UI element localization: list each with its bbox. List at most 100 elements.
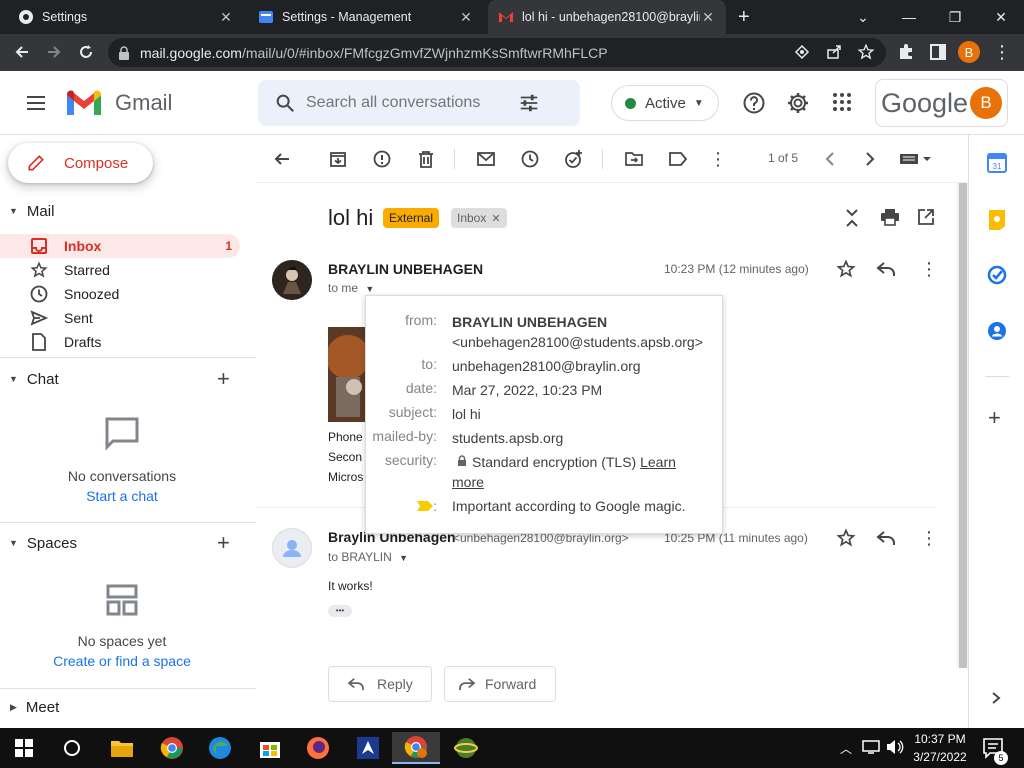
attachment-thumbnail[interactable] [328, 327, 366, 422]
search-icon[interactable] [274, 92, 296, 114]
windows-start-icon[interactable] [0, 732, 48, 764]
tab-close-icon[interactable]: ✕ [700, 9, 716, 26]
new-space-plus-icon[interactable]: + [217, 531, 230, 555]
learn-more-link[interactable]: Learn [640, 454, 676, 470]
inbox-label-chip[interactable]: Inbox ✕ [451, 208, 507, 228]
show-trimmed-content-button[interactable]: ••• [328, 605, 352, 617]
tab-close-icon[interactable]: ✕ [458, 9, 474, 26]
forward-button[interactable]: Forward [444, 666, 556, 702]
collapse-all-icon[interactable] [844, 208, 860, 228]
edge-icon[interactable] [196, 732, 244, 764]
reply-arrow-icon[interactable] [876, 261, 896, 277]
new-tab-button[interactable]: + [738, 6, 758, 28]
tasks-icon[interactable] [987, 265, 1007, 285]
chrome-profile-avatar[interactable]: B [958, 41, 980, 63]
restore-button[interactable]: ❐ [932, 0, 978, 34]
sidebar-item-drafts[interactable]: Drafts [0, 330, 240, 354]
file-explorer-icon[interactable] [98, 732, 146, 764]
address-bar[interactable]: mail.google.com/mail/u/0/#inbox/FMfcgzGm… [108, 38, 886, 67]
volume-icon[interactable] [886, 739, 904, 755]
sender-avatar[interactable] [272, 528, 312, 568]
extensions-puzzle-icon[interactable] [894, 40, 918, 64]
search-input[interactable] [306, 94, 506, 112]
mark-unread-mail-icon[interactable] [474, 147, 498, 171]
account-switcher[interactable]: Google B [875, 79, 1008, 127]
sender-avatar[interactable] [272, 260, 312, 300]
share-icon[interactable] [822, 40, 846, 64]
firefox-icon[interactable] [294, 732, 342, 764]
browser-tab-gmail[interactable]: lol hi - unbehagen28100@braylin ✕ [488, 0, 726, 34]
move-to-folder-icon[interactable] [622, 147, 646, 171]
pinned-app-icon[interactable] [344, 732, 392, 764]
apps-grid-icon[interactable] [831, 91, 853, 113]
chrome-active-window-icon[interactable] [392, 732, 440, 764]
add-task-icon[interactable] [562, 147, 586, 171]
help-icon[interactable] [742, 91, 766, 115]
tab-search-icon[interactable]: ⌄ [840, 0, 886, 34]
browser-tab-settings[interactable]: Settings ✕ [8, 0, 244, 34]
get-addons-plus-icon[interactable]: + [988, 407, 1001, 429]
sidebar-item-sent[interactable]: Sent [0, 306, 240, 330]
reply-button[interactable]: Reply [328, 666, 432, 702]
mail-section-header[interactable]: ▼ Mail [0, 199, 256, 223]
show-details-caret-icon[interactable]: ▼ [399, 553, 408, 563]
chrome-taskbar-icon[interactable] [148, 732, 196, 764]
message-more-icon[interactable]: ⋮ [920, 259, 938, 280]
browser-tab-settings-management[interactable]: Settings - Management ✕ [248, 0, 484, 34]
main-menu-icon[interactable] [24, 91, 48, 115]
sidebar-item-snoozed[interactable]: Snoozed [0, 282, 240, 306]
search-options-icon[interactable] [518, 92, 540, 114]
learn-more-link[interactable]: more [452, 474, 484, 490]
chrome-menu-icon[interactable]: ⋮ [990, 40, 1014, 64]
star-message-icon[interactable] [836, 528, 856, 548]
meet-section-header[interactable]: ▶ Meet [0, 695, 256, 719]
label-tag-icon[interactable] [666, 147, 690, 171]
status-selector[interactable]: Active ▼ [611, 85, 719, 121]
install-app-icon[interactable] [790, 40, 814, 64]
taskbar-clock[interactable]: 10:37 PM 3/27/2022 [905, 730, 975, 766]
print-icon[interactable] [880, 208, 900, 226]
report-spam-icon[interactable] [370, 147, 394, 171]
network-icon[interactable] [862, 739, 880, 755]
back-arrow-icon[interactable] [10, 40, 34, 64]
calendar-icon[interactable]: 31 [987, 153, 1007, 173]
new-chat-plus-icon[interactable]: + [217, 367, 230, 391]
show-details-caret-icon[interactable]: ▼ [365, 284, 374, 294]
newer-chevron-left-icon[interactable] [818, 147, 842, 171]
minimize-button[interactable]: — [886, 0, 932, 34]
side-panel-icon[interactable] [926, 40, 950, 64]
thread-scrollbar-thumb[interactable] [959, 183, 967, 668]
older-chevron-right-icon[interactable] [858, 147, 882, 171]
reply-arrow-icon[interactable] [876, 530, 896, 546]
forward-arrow-icon[interactable] [42, 40, 66, 64]
delete-trash-icon[interactable] [414, 147, 438, 171]
account-avatar[interactable]: B [970, 87, 1002, 119]
recipient-summary[interactable]: to me ▼ [328, 281, 374, 295]
create-space-link[interactable]: Create or find a space [0, 653, 250, 669]
sidebar-item-starred[interactable]: Starred [0, 258, 240, 282]
cortana-search-icon[interactable] [48, 732, 96, 764]
open-new-window-icon[interactable] [917, 208, 935, 226]
compose-button[interactable]: Compose [8, 143, 153, 183]
contacts-icon[interactable] [987, 321, 1007, 341]
globe-app-icon[interactable] [442, 732, 490, 764]
more-options-icon[interactable]: ⋮ [706, 147, 730, 171]
recipient-summary[interactable]: to BRAYLIN ▼ [328, 550, 408, 564]
sidebar-item-inbox[interactable]: Inbox 1 [0, 234, 240, 258]
remove-label-icon[interactable]: ✕ [491, 212, 500, 225]
bookmark-star-icon[interactable] [854, 40, 878, 64]
archive-icon[interactable] [326, 147, 350, 171]
input-tools-keyboard-icon[interactable] [896, 147, 936, 171]
show-hidden-icons-chevron-icon[interactable]: ︿ [840, 740, 852, 757]
start-chat-link[interactable]: Start a chat [0, 488, 250, 504]
reload-icon[interactable] [74, 40, 98, 64]
snooze-clock-icon[interactable] [518, 147, 542, 171]
message-more-icon[interactable]: ⋮ [920, 528, 938, 549]
back-to-inbox-icon[interactable] [270, 147, 294, 171]
settings-gear-icon[interactable] [786, 91, 810, 115]
expand-panel-chevron-icon[interactable] [991, 691, 1001, 705]
tab-close-icon[interactable]: ✕ [218, 9, 234, 26]
search-bar[interactable] [258, 80, 580, 126]
close-window-button[interactable]: ✕ [978, 0, 1024, 34]
keep-icon[interactable] [987, 209, 1007, 231]
